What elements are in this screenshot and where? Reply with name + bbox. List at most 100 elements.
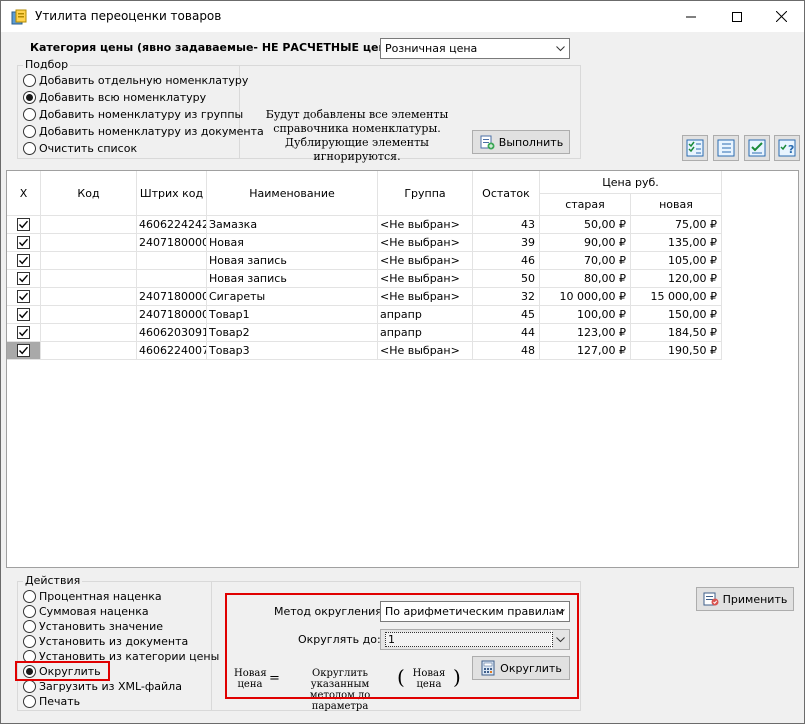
table-cell-old[interactable]: 90,00 ₽ (540, 234, 631, 252)
radio-circle[interactable] (23, 125, 36, 138)
table-cell-stock[interactable]: 32 (473, 288, 540, 306)
table-cell-barcode[interactable]: 24071800005 (137, 288, 207, 306)
table-cell-barcode[interactable]: 46062030917 (137, 324, 207, 342)
table-cell-old[interactable]: 100,00 ₽ (540, 306, 631, 324)
table-cell-code[interactable] (41, 342, 137, 360)
table-cell-new[interactable]: 15 000,00 ₽ (631, 288, 722, 306)
table-cell-code[interactable] (41, 252, 137, 270)
row-checkbox[interactable] (17, 344, 30, 357)
table-cell-old[interactable]: 123,00 ₽ (540, 324, 631, 342)
apply-button[interactable]: Применить (696, 587, 794, 611)
header-x[interactable]: X (7, 171, 41, 216)
table-cell-group[interactable]: <Не выбран> (378, 270, 473, 288)
table-cell-code[interactable] (41, 234, 137, 252)
table-cell-group[interactable]: <Не выбран> (378, 216, 473, 234)
table-cell-code[interactable] (41, 216, 137, 234)
header-price-old[interactable]: старая (540, 194, 631, 216)
table-cell-barcode[interactable]: 24071800004 (137, 306, 207, 324)
table-cell-name[interactable]: Сигареты (207, 288, 378, 306)
radio-circle[interactable] (23, 635, 36, 648)
table-cell-group[interactable]: <Не выбран> (378, 234, 473, 252)
radio-circle[interactable] (23, 142, 36, 155)
radio-add-all[interactable]: Добавить всю номенклатуру (23, 90, 206, 105)
table-cell-old[interactable]: 10 000,00 ₽ (540, 288, 631, 306)
header-price-new[interactable]: новая (631, 194, 722, 216)
table-cell-group[interactable]: <Не выбран> (378, 342, 473, 360)
table-cell-stock[interactable]: 50 (473, 270, 540, 288)
table-cell-group[interactable]: апрапр (378, 306, 473, 324)
table-cell-barcode[interactable]: 46062242420 (137, 216, 207, 234)
table-cell-x[interactable] (7, 216, 41, 234)
header-code[interactable]: Код (41, 171, 137, 216)
table-cell-name[interactable]: Товар2 (207, 324, 378, 342)
radio-circle[interactable] (23, 590, 36, 603)
table-cell-new[interactable]: 135,00 ₽ (631, 234, 722, 252)
radio-circle[interactable] (23, 605, 36, 618)
radio-add-from-document[interactable]: Добавить номенклатуру из документа (23, 124, 264, 139)
table-cell-new[interactable]: 105,00 ₽ (631, 252, 722, 270)
row-checkbox[interactable] (17, 272, 30, 285)
radio-set-from-document[interactable]: Установить из документа (23, 634, 188, 649)
table-cell-name[interactable]: Новая запись (207, 252, 378, 270)
header-group[interactable]: Группа (378, 171, 473, 216)
table-cell-stock[interactable]: 43 (473, 216, 540, 234)
check-all-button[interactable] (682, 135, 708, 161)
table-cell-group[interactable]: апрапр (378, 324, 473, 342)
table-cell-stock[interactable]: 46 (473, 252, 540, 270)
execute-button[interactable]: Выполнить (472, 130, 570, 154)
radio-circle[interactable] (23, 108, 36, 121)
radio-circle[interactable] (23, 620, 36, 633)
radio-add-from-group[interactable]: Добавить номенклатуру из группы (23, 107, 243, 122)
table-cell-stock[interactable]: 45 (473, 306, 540, 324)
table-cell-old[interactable]: 127,00 ₽ (540, 342, 631, 360)
radio-percent-markup[interactable]: Процентная наценка (23, 589, 162, 604)
close-button[interactable] (758, 1, 804, 32)
radio-add-single[interactable]: Добавить отдельную номенклатуру (23, 73, 248, 88)
header-stock[interactable]: Остаток (473, 171, 540, 216)
table-cell-name[interactable]: Товар3 (207, 342, 378, 360)
table-cell-new[interactable]: 184,50 ₽ (631, 324, 722, 342)
radio-set-value[interactable]: Установить значение (23, 619, 163, 634)
row-checkbox[interactable] (17, 308, 30, 321)
table-cell-group[interactable]: <Не выбран> (378, 288, 473, 306)
table-cell-code[interactable] (41, 288, 137, 306)
table-cell-code[interactable] (41, 324, 137, 342)
radio-circle-selected[interactable] (23, 91, 36, 104)
table-cell-x[interactable] (7, 324, 41, 342)
table-cell-x[interactable] (7, 252, 41, 270)
table-cell-name[interactable]: Товар1 (207, 306, 378, 324)
table-cell-new[interactable]: 150,00 ₽ (631, 306, 722, 324)
table-cell-group[interactable]: <Не выбран> (378, 252, 473, 270)
table-cell-old[interactable]: 50,00 ₽ (540, 216, 631, 234)
row-checkbox[interactable] (17, 254, 30, 267)
table-cell-x[interactable] (7, 306, 41, 324)
table-cell-new[interactable]: 120,00 ₽ (631, 270, 722, 288)
header-barcode[interactable]: Штрих код (137, 171, 207, 216)
table-cell-name[interactable]: Новая (207, 234, 378, 252)
header-name[interactable]: Наименование (207, 171, 378, 216)
table-cell-stock[interactable]: 44 (473, 324, 540, 342)
radio-clear-list[interactable]: Очистить список (23, 141, 137, 156)
row-checkbox[interactable] (17, 236, 30, 249)
table-cell-old[interactable]: 70,00 ₽ (540, 252, 631, 270)
table-cell-x[interactable] (7, 342, 41, 360)
uncheck-all-button[interactable] (713, 135, 739, 161)
table-cell-stock[interactable]: 39 (473, 234, 540, 252)
help-check-button[interactable]: ? (774, 135, 800, 161)
table-cell-name[interactable]: Новая запись (207, 270, 378, 288)
price-category-select[interactable]: Розничная цена (380, 38, 570, 59)
table-cell-name[interactable]: Замазка (207, 216, 378, 234)
row-checkbox[interactable] (17, 290, 30, 303)
table-cell-barcode[interactable]: 46062240070 (137, 342, 207, 360)
row-checkbox[interactable] (17, 326, 30, 339)
radio-sum-markup[interactable]: Суммовая наценка (23, 604, 149, 619)
table-cell-new[interactable]: 190,50 ₽ (631, 342, 722, 360)
row-checkbox[interactable] (17, 218, 30, 231)
table-cell-new[interactable]: 75,00 ₽ (631, 216, 722, 234)
table-cell-code[interactable] (41, 306, 137, 324)
radio-circle[interactable] (23, 695, 36, 708)
minimize-button[interactable] (668, 1, 714, 32)
table-cell-x[interactable] (7, 288, 41, 306)
table-cell-barcode[interactable] (137, 270, 207, 288)
table-cell-barcode[interactable]: 24071800003 (137, 234, 207, 252)
